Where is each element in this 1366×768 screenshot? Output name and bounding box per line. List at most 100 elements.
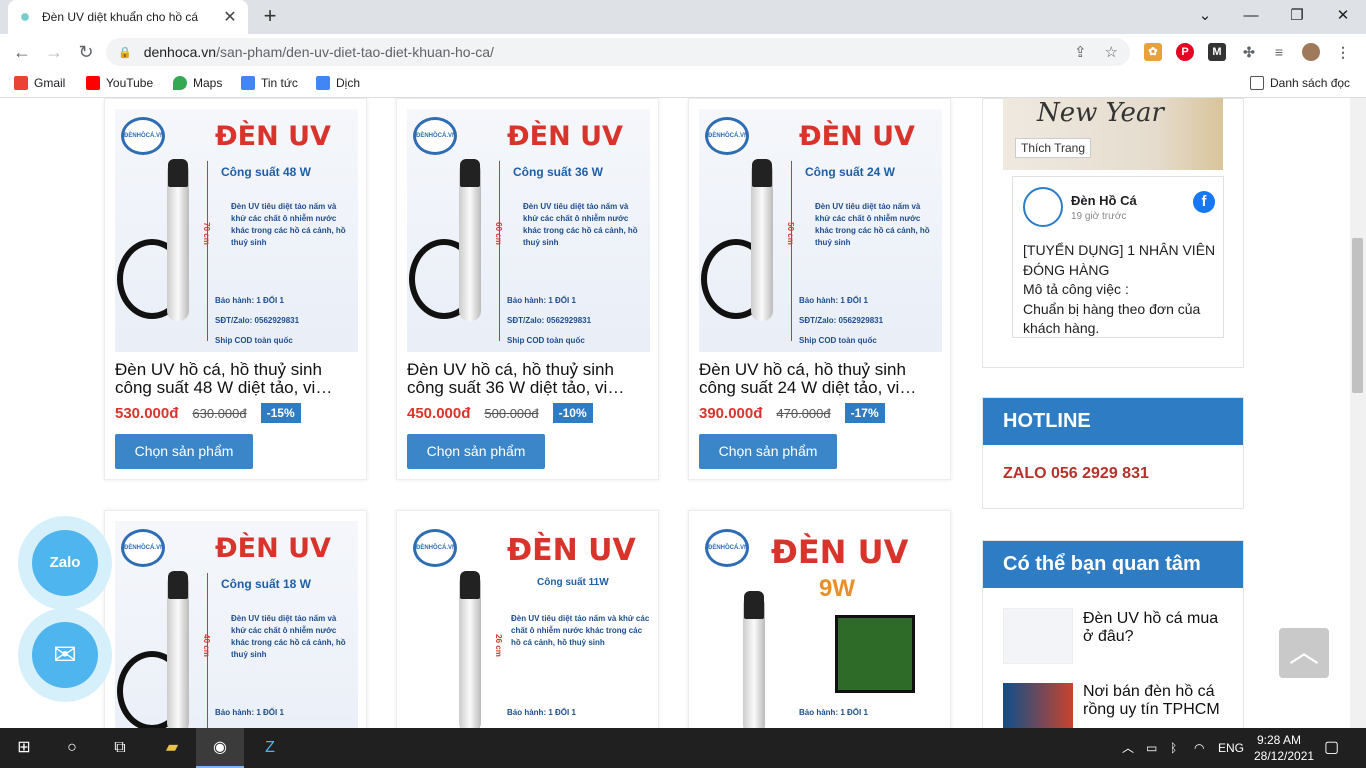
minimize-button[interactable]: — (1236, 6, 1266, 26)
discount-badge: -17% (844, 403, 885, 423)
length-rule (207, 161, 208, 341)
zalo-chat-button[interactable]: Zalo (18, 516, 112, 610)
bluetooth-icon[interactable]: ᛒ (1170, 728, 1177, 768)
battery-icon[interactable]: ▭ (1146, 728, 1157, 768)
facebook-post: Đèn Hồ Cá 19 giờ trước f [TUYỂN DỤNG] 1 … (1012, 176, 1224, 338)
related-thumb[interactable] (1003, 608, 1073, 664)
product-card: ĐÈNHỒCÁ.VN ĐÈN UV Công suất 48 W Đèn UV … (104, 98, 367, 480)
search-icon[interactable]: ○ (48, 728, 96, 768)
bookmark-gmail[interactable]: Gmail (14, 76, 65, 90)
post-text: [TUYỂN DỤNG] 1 NHÂN VIÊN ĐÓNG HÀNG Mô tả… (1023, 242, 1216, 336)
tab-search-button[interactable]: ⌄ (1190, 6, 1220, 26)
puzzle-icon[interactable]: ✣ (1240, 43, 1258, 61)
task-view-icon[interactable]: ⧉ (96, 728, 144, 768)
clock[interactable]: 9:28 AM 28/12/2021 (1254, 732, 1314, 764)
bookmark-translate[interactable]: Dịch (316, 76, 360, 90)
new-tab-button[interactable]: + (258, 5, 282, 27)
product-old-price: 470.000đ (776, 405, 831, 421)
file-explorer-icon[interactable]: ▰ (148, 728, 196, 768)
brand-logo: ĐÈNHỒCÁ.VN (121, 529, 165, 567)
product-image[interactable]: ĐÈNHỒCÁ.VN ĐÈN UV Công suất 18 W Đèn UV … (115, 521, 358, 728)
related-item[interactable]: Đèn UV hồ cá mua ở đâu? (1083, 610, 1233, 646)
extension-icon[interactable]: ✿ (1144, 43, 1162, 61)
zalo-app-icon[interactable]: Z (246, 728, 294, 768)
address-bar[interactable]: 🔒 denhoca.vn/san-pham/den-uv-diet-tao-di… (106, 38, 1130, 66)
tab-close-icon[interactable]: ✕ (222, 7, 238, 27)
share-icon[interactable]: ⇪ (1074, 43, 1087, 61)
image-desc: Đèn UV tiêu diệt tảo nấm và khử các chất… (815, 202, 930, 247)
wifi-icon[interactable]: ◠ (1194, 728, 1204, 768)
windows-start-icon[interactable]: ⊞ (0, 728, 48, 768)
image-heading: ĐÈN UV (771, 533, 909, 571)
price-row: 530.000đ 630.000đ -15% (115, 403, 301, 423)
product-image[interactable]: ĐÈNHỒCÁ.VN ĐÈN UV Công suất 48 W Đèn UV … (115, 109, 358, 352)
cover-text: New Year (1037, 98, 1164, 128)
product-price: 530.000đ (115, 404, 179, 422)
related-item[interactable]: Nơi bán đèn hồ cá rồng uy tín TPHCM (1083, 683, 1233, 719)
bookmark-star-icon[interactable]: ☆ (1105, 43, 1118, 61)
choose-product-button[interactable]: Chọn sản phẩm (407, 434, 545, 469)
messenger-chat-button[interactable]: ✉ (18, 608, 112, 702)
chrome-icon[interactable]: ◉ (196, 728, 244, 768)
facebook-icon[interactable]: f (1193, 191, 1215, 213)
facebook-cover[interactable]: New Year Thích Trang (1003, 98, 1223, 170)
product-image[interactable]: ĐÈNHỒCÁ.VN ĐÈN UV Công suất 11W Đèn UV t… (407, 521, 650, 728)
price-row: 390.000đ 470.000đ -17% (699, 403, 885, 423)
scrollbar-track[interactable] (1350, 98, 1366, 728)
back-arrow-icon[interactable]: ← (10, 41, 34, 63)
lamp-cap-graphic (460, 159, 480, 187)
hotline-number[interactable]: ZALO 056 2929 831 (983, 445, 1243, 503)
media-icon[interactable]: ≡ (1270, 43, 1288, 61)
image-heading: ĐÈN UV (215, 533, 331, 564)
page-avatar[interactable] (1023, 187, 1063, 227)
length-rule (791, 161, 792, 341)
maximize-button[interactable]: ❐ (1282, 6, 1312, 26)
browser-tab[interactable]: Đèn UV diệt khuẩn cho hồ cá ✕ (8, 0, 248, 34)
site-favicon-icon (21, 13, 29, 21)
reading-list-icon (1250, 76, 1264, 90)
image-length: 26 cm (493, 634, 503, 657)
pinterest-icon[interactable]: P (1176, 43, 1194, 61)
bookmarks-bar: Gmail YouTube Maps Tin tức Dịch Danh sác… (0, 70, 1366, 98)
forward-arrow-icon[interactable]: → (42, 41, 66, 63)
product-image[interactable]: ĐÈNHỒCÁ.VN ĐÈN UV 9W Bảo hành: 1 ĐỔI 1 (699, 521, 942, 728)
maps-icon (173, 76, 187, 90)
hotline-heading: HOTLINE (983, 398, 1243, 445)
tray-chevron-icon[interactable]: ︿ (1122, 728, 1134, 768)
image-power: Công suất 11W (537, 577, 609, 588)
menu-icon[interactable]: ⋮ (1334, 43, 1352, 61)
bookmark-maps[interactable]: Maps (173, 76, 222, 90)
product-card: ĐÈNHỒCÁ.VN ĐÈN UV Công suất 11W Đèn UV t… (396, 510, 659, 728)
lamp-cap-graphic (752, 159, 772, 187)
choose-product-button[interactable]: Chọn sản phẩm (115, 434, 253, 469)
product-title[interactable]: Đèn UV hồ cá, hồ thuỷ sinh công suất 36 … (407, 361, 650, 397)
reload-icon[interactable]: ↻ (74, 41, 98, 63)
reading-list[interactable]: Danh sách đọc (1250, 76, 1350, 90)
image-length: 50 cm (785, 222, 795, 245)
related-thumb[interactable] (1003, 683, 1073, 728)
product-title[interactable]: Đèn UV hồ cá, hồ thuỷ sinh công suất 48 … (115, 361, 358, 397)
image-length: 40 cm (201, 634, 211, 657)
brand-logo: ĐÈNHỒCÁ.VN (413, 529, 457, 567)
product-card: ĐÈNHỒCÁ.VN ĐÈN UV Công suất 18 W Đèn UV … (104, 510, 367, 728)
m-extension-icon[interactable]: M (1208, 43, 1226, 61)
bookmark-youtube[interactable]: YouTube (86, 76, 153, 90)
image-footer: Bảo hành: 1 ĐỔI 1 SĐT/Zalo: 0562929831 Shi… (215, 296, 300, 345)
product-title[interactable]: Đèn UV hồ cá, hồ thuỷ sinh công suất 24 … (699, 361, 942, 397)
like-page-button[interactable]: Thích Trang (1015, 138, 1092, 158)
profile-avatar[interactable] (1302, 43, 1320, 61)
language-indicator[interactable]: ENG (1218, 728, 1244, 768)
price-row: 450.000đ 500.000đ -10% (407, 403, 593, 423)
discount-badge: -10% (552, 403, 593, 423)
close-window-button[interactable]: ✕ (1328, 6, 1358, 26)
page-name[interactable]: Đèn Hồ Cá (1071, 193, 1137, 208)
choose-product-button[interactable]: Chọn sản phẩm (699, 434, 837, 469)
bookmark-news[interactable]: Tin tức (241, 76, 298, 90)
product-image[interactable]: ĐÈNHỒCÁ.VN ĐÈN UV Công suất 36 W Đèn UV … (407, 109, 650, 352)
notification-icon[interactable]: ▢ (1324, 728, 1339, 768)
back-to-top-button[interactable]: ︿ (1279, 628, 1329, 678)
product-image[interactable]: ĐÈNHỒCÁ.VN ĐÈN UV Công suất 24 W Đèn UV … (699, 109, 942, 352)
scrollbar-thumb[interactable] (1352, 238, 1363, 393)
aquarium-graphic (835, 615, 915, 693)
product-card: ĐÈNHỒCÁ.VN ĐÈN UV 9W Bảo hành: 1 ĐỔI 1 (688, 510, 951, 728)
